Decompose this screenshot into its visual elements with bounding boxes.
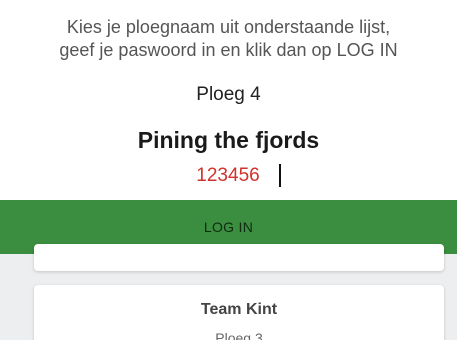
team-card[interactable]: Team Kint Ploeg 3: [34, 285, 444, 340]
team-card-partial[interactable]: [34, 244, 444, 271]
selected-team-number: Ploeg 4: [196, 84, 261, 105]
team-card-name: Team Kint: [200, 301, 278, 318]
selected-team-name: Pining the fjords: [137, 127, 320, 153]
login-screen: Kies je ploegnaam uit onderstaande lijst…: [0, 0, 457, 340]
instructions-line-2: geef je paswoord in en klik dan op LOG I…: [59, 40, 398, 60]
password-input[interactable]: [128, 162, 328, 190]
instructions-line-1: Kies je ploegnaam uit onderstaande lijst…: [66, 17, 391, 37]
text-cursor: [279, 164, 281, 187]
instructions-text: Kies je ploegnaam uit onderstaande lijst…: [0, 16, 457, 62]
team-card-number: Ploeg 3: [215, 330, 263, 340]
login-button-label: LOG IN: [203, 219, 254, 235]
